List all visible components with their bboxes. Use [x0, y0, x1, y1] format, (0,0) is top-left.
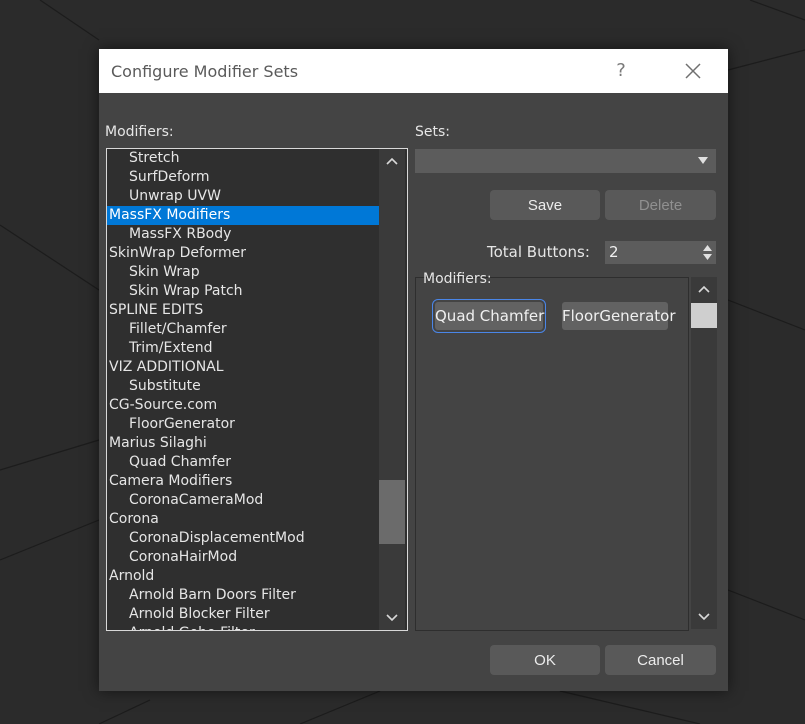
save-button[interactable]: Save: [490, 190, 600, 220]
list-item[interactable]: Arnold Barn Doors Filter: [107, 586, 379, 605]
modifiers-list-scrollbar[interactable]: [379, 149, 405, 630]
scroll-up-button[interactable]: [379, 149, 405, 173]
list-item[interactable]: CoronaDisplacementMod: [107, 529, 379, 548]
list-item[interactable]: Trim/Extend: [107, 339, 379, 358]
configure-modifier-sets-dialog: Configure Modifier Sets ? Modifiers: Str…: [99, 49, 728, 691]
list-item[interactable]: Arnold Gobo Filter: [107, 624, 379, 630]
title-bar[interactable]: Configure Modifier Sets ?: [99, 49, 728, 93]
scroll-thumb[interactable]: [691, 303, 717, 328]
total-buttons-label: Total Buttons:: [487, 243, 590, 261]
list-item[interactable]: Arnold Blocker Filter: [107, 605, 379, 624]
list-item[interactable]: Skin Wrap Patch: [107, 282, 379, 301]
list-category[interactable]: CG-Source.com: [107, 396, 379, 415]
list-category[interactable]: Camera Modifiers: [107, 472, 379, 491]
modifiers-listbox[interactable]: Stretch SurfDeform Unwrap UVW MassFX Modifi…: [106, 148, 408, 631]
list-item[interactable]: CoronaCameraMod: [107, 491, 379, 510]
list-category[interactable]: SkinWrap Deformer: [107, 244, 379, 263]
modifiers-list-label: Modifiers:: [105, 124, 174, 140]
close-icon: [685, 63, 701, 79]
list-item[interactable]: Substitute: [107, 377, 379, 396]
help-button[interactable]: ?: [603, 57, 639, 85]
floorgenerator-button[interactable]: FloorGenerator: [562, 302, 676, 330]
list-item[interactable]: Fillet/Chamfer: [107, 320, 379, 339]
spinner-arrows-icon[interactable]: [703, 244, 712, 261]
list-category[interactable]: VIZ ADDITIONAL: [107, 358, 379, 377]
dropdown-arrow-icon: [698, 157, 708, 164]
list-item[interactable]: Unwrap UVW: [107, 187, 379, 206]
scroll-down-button[interactable]: [691, 605, 717, 629]
sets-label: Sets:: [415, 124, 450, 140]
quad-chamfer-button[interactable]: Quad Chamfer: [432, 299, 546, 333]
modifier-buttons-group: Modifiers: Quad Chamfer FloorGenerator: [415, 271, 689, 631]
delete-button[interactable]: Delete: [605, 190, 716, 220]
chevron-up-icon: [386, 157, 398, 165]
scroll-down-button[interactable]: [379, 606, 405, 630]
list-item[interactable]: CoronaHairMod: [107, 548, 379, 567]
sets-dropdown[interactable]: [415, 149, 716, 173]
close-button[interactable]: [673, 57, 713, 85]
list-item[interactable]: FloorGenerator: [107, 415, 379, 434]
modifiers-list-items: Stretch SurfDeform Unwrap UVW MassFX Modifi…: [107, 149, 379, 630]
chevron-down-icon: [698, 613, 710, 621]
list-item[interactable]: MassFX RBody: [107, 225, 379, 244]
dialog-title: Configure Modifier Sets: [111, 62, 299, 81]
modifier-buttons-label: Modifiers:: [423, 271, 492, 287]
list-category[interactable]: Arnold: [107, 567, 379, 586]
list-category[interactable]: Corona: [107, 510, 379, 529]
total-buttons-value: 2: [609, 243, 619, 261]
ok-button[interactable]: OK: [490, 645, 600, 675]
total-buttons-spinner[interactable]: 2: [605, 241, 716, 264]
scroll-thumb[interactable]: [379, 480, 405, 544]
chevron-down-icon: [386, 614, 398, 622]
list-category[interactable]: MassFX Modifiers: [107, 206, 379, 225]
modifier-buttons-scrollbar[interactable]: [691, 277, 717, 629]
list-category[interactable]: SPLINE EDITS: [107, 301, 379, 320]
list-item[interactable]: SurfDeform: [107, 168, 379, 187]
list-item[interactable]: Skin Wrap: [107, 263, 379, 282]
scroll-up-button[interactable]: [691, 277, 717, 301]
list-item[interactable]: Stretch: [107, 149, 379, 168]
list-category[interactable]: Marius Silaghi: [107, 434, 379, 453]
chevron-up-icon: [698, 285, 710, 293]
cancel-button[interactable]: Cancel: [605, 645, 716, 675]
list-item[interactable]: Quad Chamfer: [107, 453, 379, 472]
